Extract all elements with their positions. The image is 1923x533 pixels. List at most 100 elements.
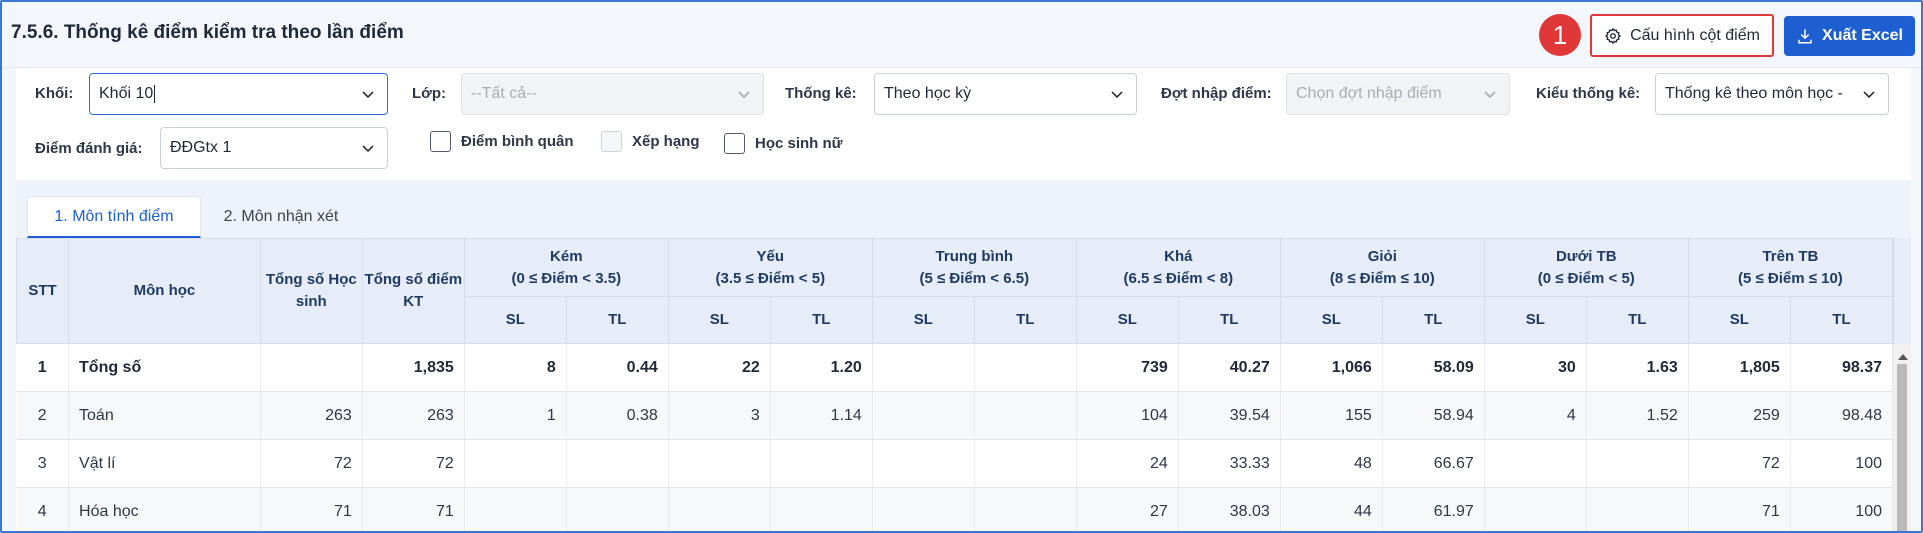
cell-sl: 1,066 bbox=[1280, 343, 1383, 392]
checkbox-box[interactable] bbox=[601, 131, 622, 152]
cell-mon-hoc: Toán bbox=[68, 391, 261, 440]
subcol-tl: TL bbox=[1381, 296, 1485, 344]
cell-sl bbox=[464, 487, 567, 531]
cell-sl: 155 bbox=[1280, 391, 1383, 440]
diem-binh-quan-label: Điểm bình quân bbox=[461, 133, 574, 150]
group-name: Yếu bbox=[756, 247, 785, 265]
cell-tl: 40.27 bbox=[1178, 343, 1281, 392]
dot-nhap-label: Đợt nhập điểm: bbox=[1161, 85, 1272, 102]
export-excel-button[interactable]: Xuất Excel bbox=[1784, 16, 1915, 56]
scrollbar-thumb[interactable] bbox=[1897, 364, 1907, 531]
cell-tl: 98.48 bbox=[1790, 391, 1893, 440]
checkbox-box[interactable] bbox=[724, 133, 745, 154]
subcol-tl: TL bbox=[1789, 296, 1893, 344]
col-mon-hoc: Môn học bbox=[68, 238, 261, 344]
chevron-down-icon bbox=[738, 91, 750, 99]
cell-sl: 71 bbox=[1688, 487, 1791, 531]
tab-mon-nhan-xet[interactable]: 2. Môn nhận xét bbox=[212, 196, 350, 238]
config-columns-button[interactable]: Cấu hình cột điểm bbox=[1590, 14, 1774, 57]
hoc-sinh-nu-checkbox[interactable]: Học sinh nữ bbox=[724, 133, 843, 154]
xep-hang-checkbox[interactable]: Xếp hạng bbox=[601, 131, 700, 152]
kieu-thongke-select[interactable]: Thống kê theo môn học - bbox=[1655, 73, 1889, 115]
cell-tl: 0.44 bbox=[566, 343, 669, 392]
lop-select[interactable]: --Tất cả-- bbox=[461, 73, 764, 115]
chevron-down-icon bbox=[1863, 91, 1875, 99]
cell-tl: 1.14 bbox=[770, 391, 873, 440]
tab-mon-tinh-diem[interactable]: 1. Môn tính điểm bbox=[27, 196, 201, 238]
diem-binh-quan-checkbox[interactable]: Điểm bình quân bbox=[430, 131, 574, 152]
cell-sl bbox=[668, 439, 771, 488]
cell-tl: 33.33 bbox=[1178, 439, 1281, 488]
khoi-select[interactable]: Khối 10 bbox=[89, 73, 388, 115]
group-range: (8 ≤ Điểm ≤ 10) bbox=[1329, 269, 1435, 287]
cell-sl: 259 bbox=[1688, 391, 1791, 440]
page-header: 7.5.6. Thống kê điểm kiểm tra theo lần đ… bbox=[2, 2, 1921, 68]
cell-tl bbox=[566, 439, 669, 488]
cell-tl bbox=[770, 487, 873, 531]
cell-stt: 4 bbox=[16, 487, 70, 531]
cell-stt: 1 bbox=[16, 343, 70, 392]
cell-mon-hoc: Vật lí bbox=[68, 439, 261, 488]
kieu-thongke-label: Kiểu thống kê: bbox=[1536, 85, 1641, 102]
cell-sl: 4 bbox=[1484, 391, 1587, 440]
cell-tl: 58.94 bbox=[1382, 391, 1485, 440]
subcol-tl: TL bbox=[1177, 296, 1281, 344]
cell-sl: 44 bbox=[1280, 487, 1383, 531]
table-row[interactable]: 2 Toán 263 263 1 0.38 3 1.14 104 39.54 155 58.94 4 1.… bbox=[16, 391, 1893, 440]
page-title: 7.5.6. Thống kê điểm kiểm tra theo lần đ… bbox=[11, 22, 404, 43]
subcol-tl: TL bbox=[973, 296, 1077, 344]
cell-tl: 100 bbox=[1790, 487, 1893, 531]
khoi-label: Khối: bbox=[35, 85, 74, 102]
cell-tl bbox=[770, 439, 873, 488]
cell-tong-so-hoc-sinh: 263 bbox=[260, 391, 363, 440]
group-range: (0 ≤ Điểm < 5) bbox=[1537, 269, 1635, 287]
group-name: Khá bbox=[1164, 247, 1193, 265]
group-range: (5 ≤ Điểm ≤ 10) bbox=[1737, 269, 1843, 287]
cell-sl: 1,805 bbox=[1688, 343, 1791, 392]
table-row[interactable]: 4 Hóa học 71 71 27 38.03 44 61.97 71 100 bbox=[16, 487, 1893, 531]
scrollbar-header-filler bbox=[1893, 238, 1911, 344]
cell-sl bbox=[668, 487, 771, 531]
cell-stt: 3 bbox=[16, 439, 70, 488]
cell-sl bbox=[1484, 487, 1587, 531]
filter-panel: Khối: Khối 10 Lớp: --Tất cả-- Thống kê: … bbox=[16, 68, 1911, 180]
hoc-sinh-nu-label: Học sinh nữ bbox=[755, 135, 843, 152]
table-row[interactable]: 1 Tổng số 1,835 8 0.44 22 1.20 739 40.27 1,066 58.… bbox=[16, 343, 1893, 392]
cell-mon-hoc: Hóa học bbox=[68, 487, 261, 531]
khoi-value: Khối 10 bbox=[99, 85, 154, 102]
cell-sl: 739 bbox=[1076, 343, 1179, 392]
subcol-sl: SL bbox=[1075, 296, 1179, 344]
subcol-sl: SL bbox=[667, 296, 771, 344]
group-range: (3.5 ≤ Điểm < 5) bbox=[715, 269, 826, 287]
table-row[interactable]: 3 Vật lí 72 72 24 33.33 48 66.67 72 100 bbox=[16, 439, 1893, 488]
cell-tl bbox=[974, 343, 1077, 392]
scroll-up-arrow-icon[interactable] bbox=[1898, 354, 1908, 360]
cell-tl bbox=[974, 487, 1077, 531]
checkbox-box[interactable] bbox=[430, 131, 451, 152]
group-kem: Kém (0 ≤ Điểm < 3.5) bbox=[463, 238, 669, 297]
cell-sl: 72 bbox=[1688, 439, 1791, 488]
step-badge: 1 bbox=[1539, 14, 1581, 56]
group-name: Trung bình bbox=[935, 247, 1014, 265]
group-name: Kém bbox=[550, 247, 583, 265]
group-name: Trên TB bbox=[1762, 247, 1819, 265]
cell-tl: 1.52 bbox=[1586, 391, 1689, 440]
thongke-select[interactable]: Theo học kỳ bbox=[874, 73, 1137, 115]
subcol-sl: SL bbox=[463, 296, 567, 344]
cell-sl: 3 bbox=[668, 391, 771, 440]
cell-tong-so-hoc-sinh: 71 bbox=[260, 487, 363, 531]
cell-sl: 8 bbox=[464, 343, 567, 392]
group-gioi: Giỏi (8 ≤ Điểm ≤ 10) bbox=[1279, 238, 1485, 297]
danhgia-select[interactable]: ĐĐGtx 1 bbox=[160, 127, 388, 169]
lop-label: Lớp: bbox=[412, 85, 446, 102]
group-name: Dưới TB bbox=[1555, 247, 1617, 265]
dot-nhap-select[interactable]: Chọn đợt nhập điểm bbox=[1286, 73, 1510, 115]
group-yeu: Yếu (3.5 ≤ Điểm < 5) bbox=[667, 238, 873, 297]
cell-tl bbox=[1586, 487, 1689, 531]
group-duoi-tb: Dưới TB (0 ≤ Điểm < 5) bbox=[1483, 238, 1689, 297]
config-columns-label: Cấu hình cột điểm bbox=[1630, 26, 1760, 44]
cell-tl: 58.09 bbox=[1382, 343, 1485, 392]
chevron-down-icon bbox=[362, 91, 374, 99]
cell-tl: 0.38 bbox=[566, 391, 669, 440]
cell-sl bbox=[1484, 439, 1587, 488]
